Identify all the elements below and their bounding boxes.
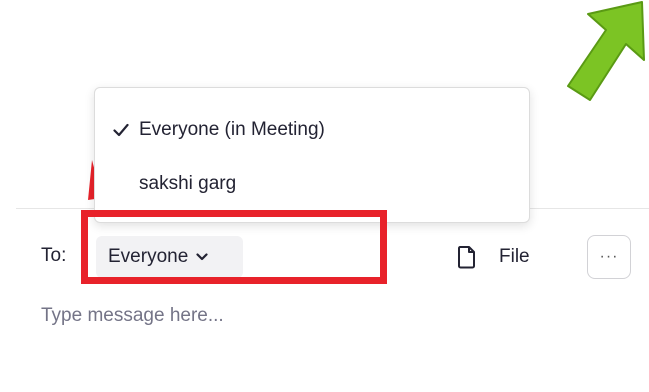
file-button-label: File [499,246,530,267]
file-button[interactable]: File [457,240,530,274]
dropdown-item-label: sakshi garg [139,173,237,194]
dropdown-item-label: Everyone (in Meeting) [139,119,325,140]
dropdown-item-sakshi-garg[interactable]: sakshi garg [95,164,529,204]
check-icon [111,123,131,137]
file-icon [457,245,477,269]
recipient-dropdown-menu: Everyone (in Meeting) sakshi garg [94,87,530,223]
message-input[interactable] [41,298,621,334]
chevron-down-icon [196,253,208,261]
arrow-up-right-icon [567,1,645,101]
recipient-select-button[interactable]: Everyone [96,236,243,278]
more-options-button[interactable]: ··· [587,235,631,279]
to-label: To: [41,245,67,266]
recipient-value: Everyone [108,246,189,267]
dropdown-item-everyone[interactable]: Everyone (in Meeting) [95,110,529,150]
